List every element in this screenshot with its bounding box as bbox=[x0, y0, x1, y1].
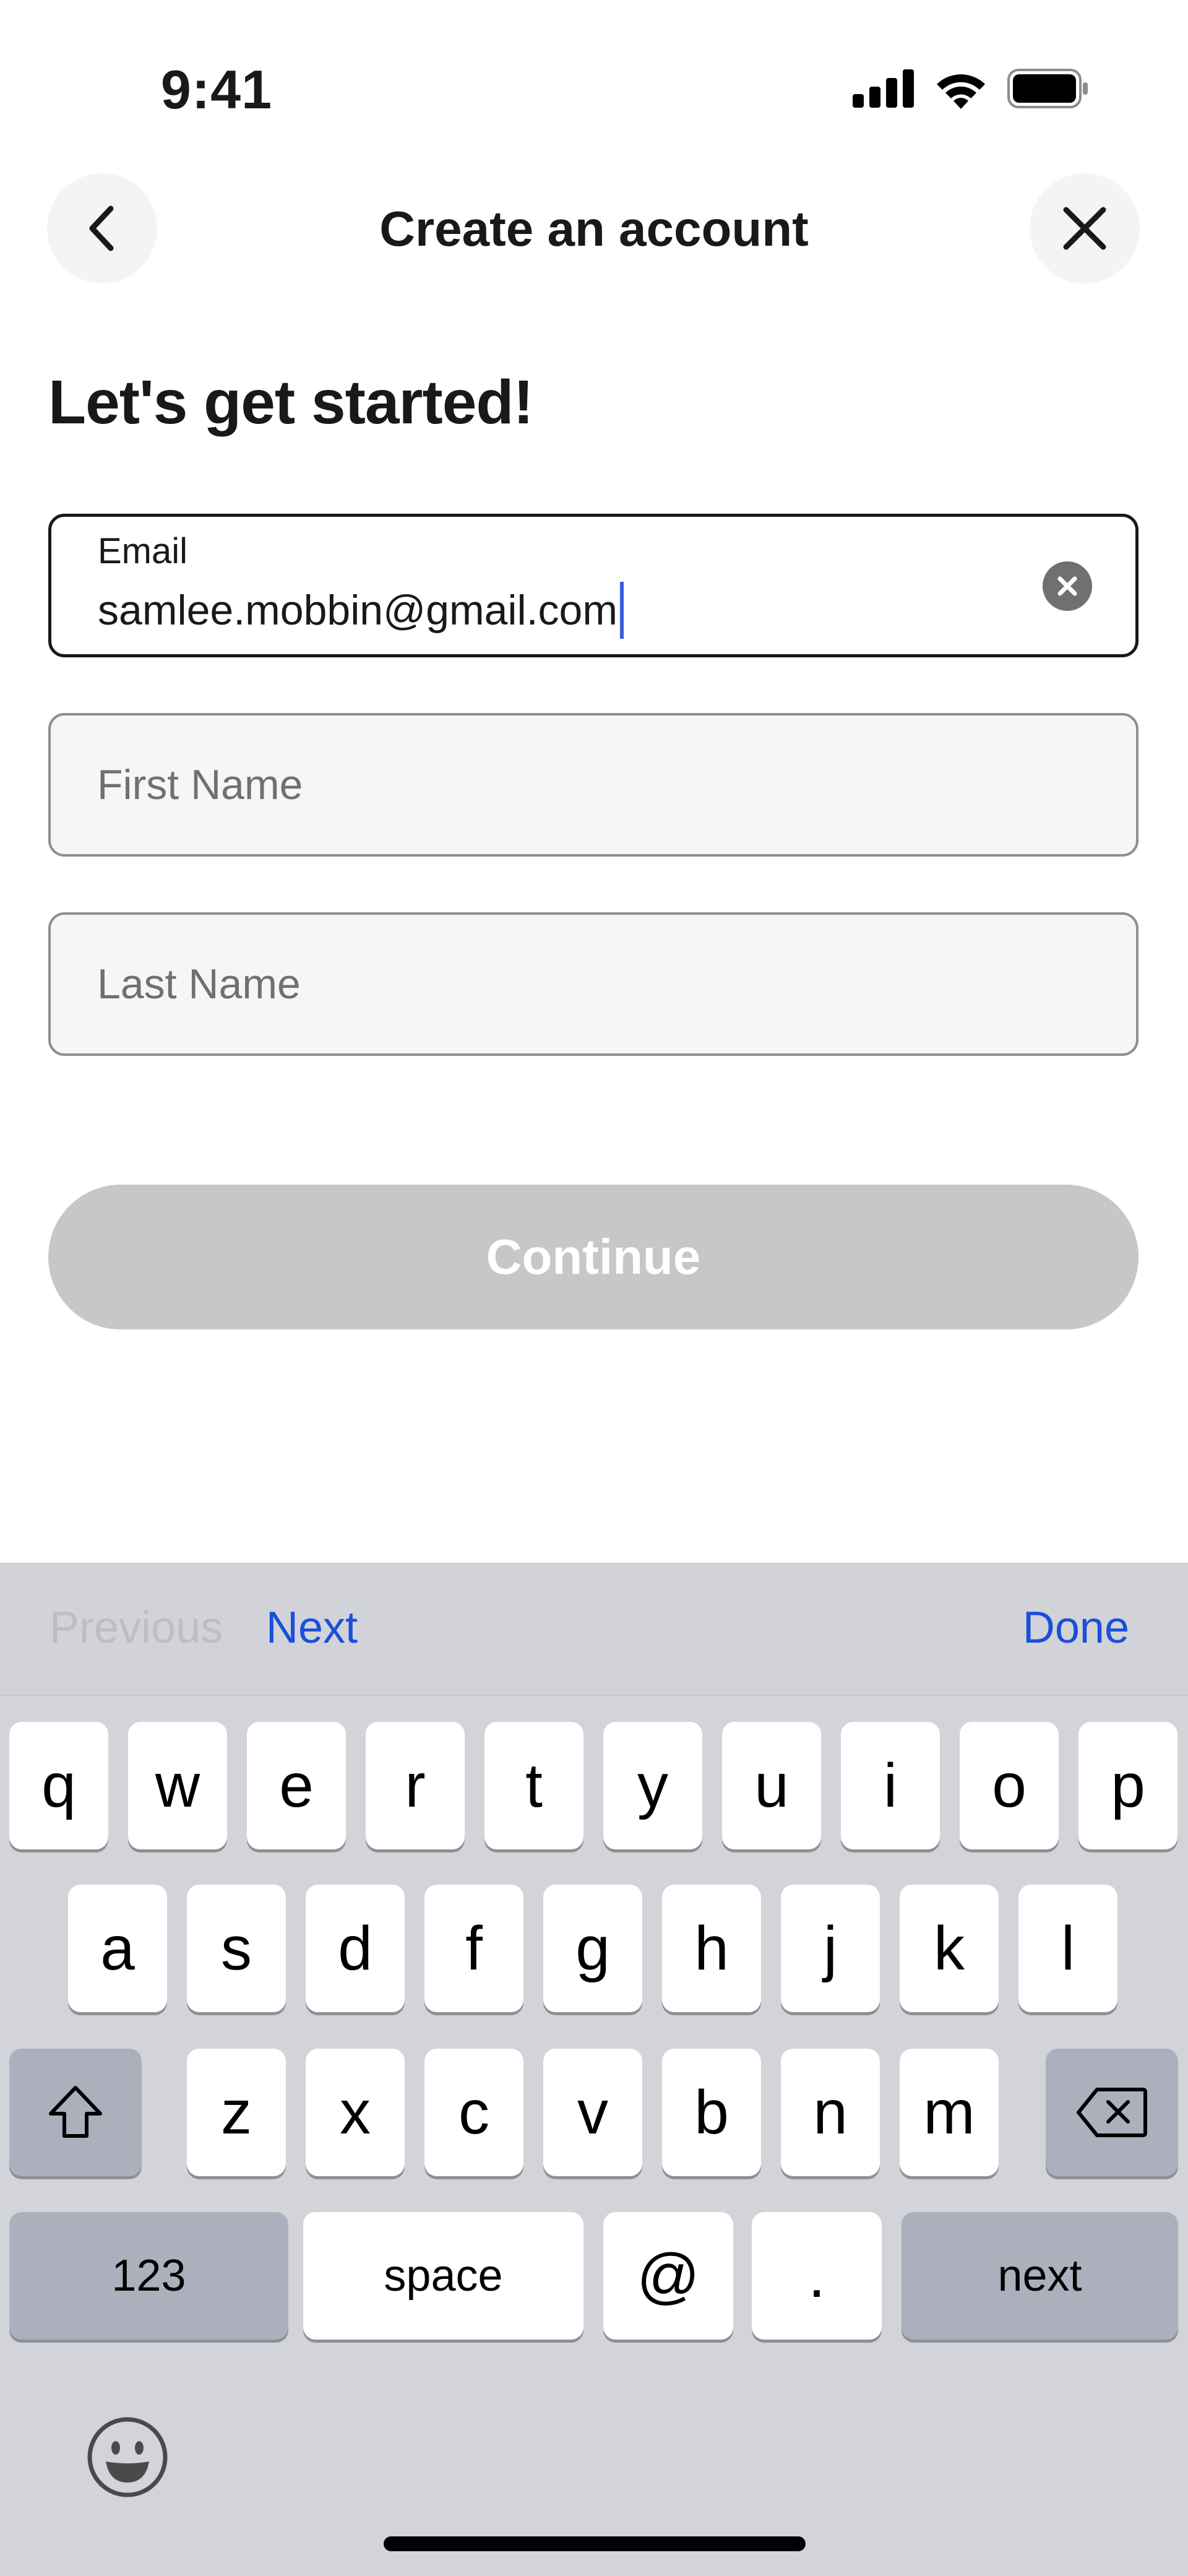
close-icon bbox=[1063, 207, 1106, 250]
delete-key[interactable] bbox=[1046, 2049, 1178, 2176]
text-caret bbox=[620, 582, 624, 639]
emoji-icon bbox=[87, 2417, 168, 2497]
first-name-placeholder: First Name bbox=[97, 761, 303, 808]
backspace-icon bbox=[1077, 2088, 1147, 2137]
previous-field-button[interactable]: Previous bbox=[50, 1597, 223, 1659]
status-bar: 9:41 bbox=[0, 0, 1188, 161]
home-indicator bbox=[384, 2536, 806, 2551]
next-field-button[interactable]: Next bbox=[266, 1597, 358, 1659]
key-i[interactable]: i bbox=[841, 1722, 940, 1849]
dot-key[interactable]: . bbox=[752, 2212, 882, 2340]
wifi-icon bbox=[937, 74, 985, 109]
space-key[interactable]: space bbox=[303, 2212, 583, 2340]
numbers-key[interactable]: 123 bbox=[9, 2212, 288, 2340]
key-v[interactable]: v bbox=[543, 2049, 642, 2176]
shift-icon bbox=[49, 2086, 102, 2138]
close-button[interactable] bbox=[1030, 173, 1140, 283]
last-name-field[interactable]: Last Name bbox=[48, 912, 1138, 1056]
clear-icon bbox=[1057, 576, 1077, 596]
key-c[interactable]: c bbox=[424, 2049, 523, 2176]
key-f[interactable]: f bbox=[424, 1885, 523, 2012]
key-m[interactable]: m bbox=[900, 2049, 999, 2176]
key-n[interactable]: n bbox=[781, 2049, 880, 2176]
keyboard: Previous Next Done q w e r t y u i o p a… bbox=[0, 1563, 1188, 2576]
at-key[interactable]: @ bbox=[603, 2212, 733, 2340]
key-x[interactable]: x bbox=[306, 2049, 405, 2176]
first-name-field[interactable]: First Name bbox=[48, 713, 1138, 857]
key-p[interactable]: p bbox=[1078, 1722, 1177, 1849]
key-o[interactable]: o bbox=[960, 1722, 1059, 1849]
key-q[interactable]: q bbox=[9, 1722, 108, 1849]
key-g[interactable]: g bbox=[543, 1885, 642, 2012]
done-button[interactable]: Done bbox=[1023, 1597, 1129, 1659]
key-s[interactable]: s bbox=[187, 1885, 286, 2012]
key-t[interactable]: t bbox=[484, 1722, 583, 1849]
chevron-left-icon bbox=[89, 205, 114, 251]
key-j[interactable]: j bbox=[781, 1885, 880, 2012]
key-b[interactable]: b bbox=[662, 2049, 761, 2176]
battery-icon bbox=[1007, 69, 1088, 108]
status-icons bbox=[853, 67, 1089, 110]
email-label: Email bbox=[98, 531, 188, 571]
key-k[interactable]: k bbox=[900, 1885, 999, 2012]
key-y[interactable]: y bbox=[603, 1722, 702, 1849]
continue-button[interactable]: Continue bbox=[48, 1185, 1138, 1329]
email-value: samlee.mobbin@gmail.com bbox=[98, 587, 618, 634]
email-field[interactable]: Email samlee.mobbin@gmail.com bbox=[48, 514, 1138, 657]
key-a[interactable]: a bbox=[68, 1885, 167, 2012]
key-z[interactable]: z bbox=[187, 2049, 286, 2176]
key-r[interactable]: r bbox=[366, 1722, 465, 1849]
key-e[interactable]: e bbox=[247, 1722, 346, 1849]
page-heading: Let's get started! bbox=[48, 368, 534, 437]
key-h[interactable]: h bbox=[662, 1885, 761, 2012]
key-u[interactable]: u bbox=[722, 1722, 821, 1849]
status-time: 9:41 bbox=[160, 59, 273, 120]
shift-key[interactable] bbox=[9, 2049, 142, 2176]
last-name-placeholder: Last Name bbox=[97, 961, 301, 1008]
back-button[interactable] bbox=[47, 173, 157, 283]
key-d[interactable]: d bbox=[306, 1885, 405, 2012]
header-title: Create an account bbox=[379, 201, 809, 256]
key-l[interactable]: l bbox=[1018, 1885, 1117, 2012]
key-w[interactable]: w bbox=[128, 1722, 227, 1849]
clear-email-button[interactable] bbox=[1043, 561, 1092, 611]
next-key[interactable]: next bbox=[902, 2212, 1178, 2340]
cellular-signal-icon bbox=[853, 69, 914, 108]
keyboard-accessory-bar: Previous Next Done bbox=[0, 1563, 1188, 1696]
email-value-wrap[interactable]: samlee.mobbin@gmail.com bbox=[98, 582, 624, 639]
emoji-button[interactable] bbox=[84, 2414, 171, 2500]
